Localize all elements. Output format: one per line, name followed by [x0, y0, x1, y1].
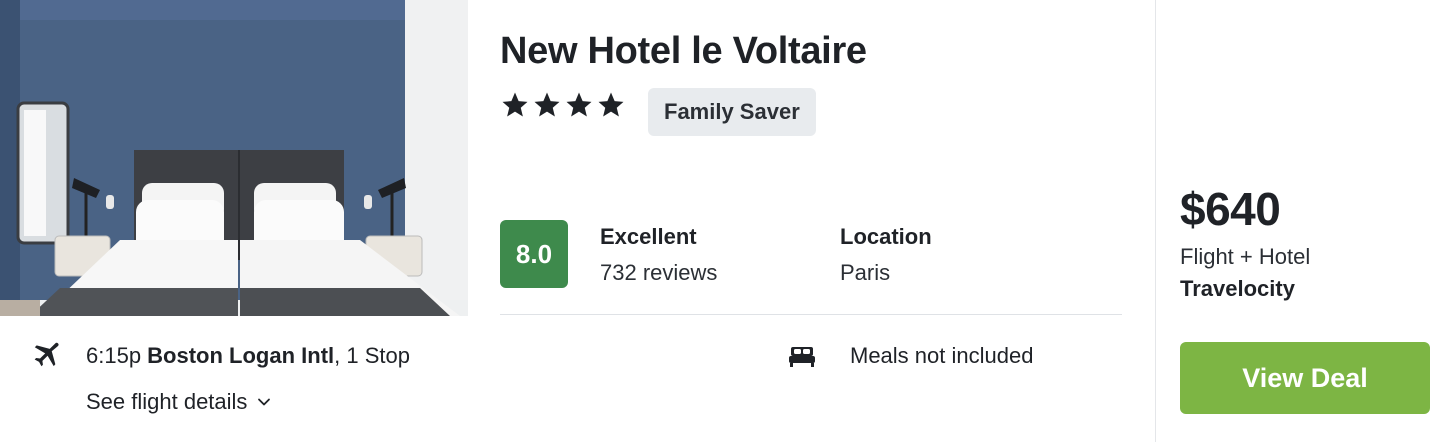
- see-flight-details-label: See flight details: [86, 389, 248, 414]
- deal-provider: Travelocity: [1180, 276, 1295, 301]
- column-divider: [1155, 0, 1156, 442]
- departure-time: 6:15p: [86, 343, 148, 368]
- deal-price: $640: [1180, 183, 1281, 235]
- package-type: Flight + Hotel: [1180, 244, 1311, 269]
- departure-airport: Boston Logan Intl: [147, 343, 335, 368]
- view-deal-button[interactable]: View Deal: [1180, 342, 1430, 414]
- hotel-deal-card[interactable]: New Hotel le Voltaire Family Saver 8.0 E…: [0, 0, 1452, 442]
- airplane-icon: [30, 340, 62, 372]
- location-value: Paris: [840, 260, 891, 285]
- hotel-name[interactable]: New Hotel le Voltaire: [500, 30, 867, 73]
- stop-count: , 1 Stop: [334, 343, 410, 368]
- hotel-room-photo[interactable]: [0, 0, 468, 316]
- star-icon: [500, 90, 530, 120]
- review-score-badge: 8.0: [500, 220, 568, 288]
- see-flight-details-link[interactable]: See flight details: [86, 389, 271, 415]
- review-count: 732 reviews: [600, 260, 718, 285]
- star-rating: [500, 90, 626, 120]
- star-icon: [596, 90, 626, 120]
- location-label: Location: [840, 224, 932, 249]
- star-icon: [564, 90, 594, 120]
- bed-icon: [788, 344, 816, 368]
- flight-summary: 6:15p Boston Logan Intl, 1 Stop: [86, 343, 410, 369]
- chevron-down-icon: [257, 397, 271, 407]
- section-divider: [500, 314, 1122, 315]
- rating-label: Excellent: [600, 224, 697, 249]
- meals-info: Meals not included: [850, 343, 1034, 368]
- family-saver-badge: Family Saver: [648, 88, 816, 136]
- star-icon: [532, 90, 562, 120]
